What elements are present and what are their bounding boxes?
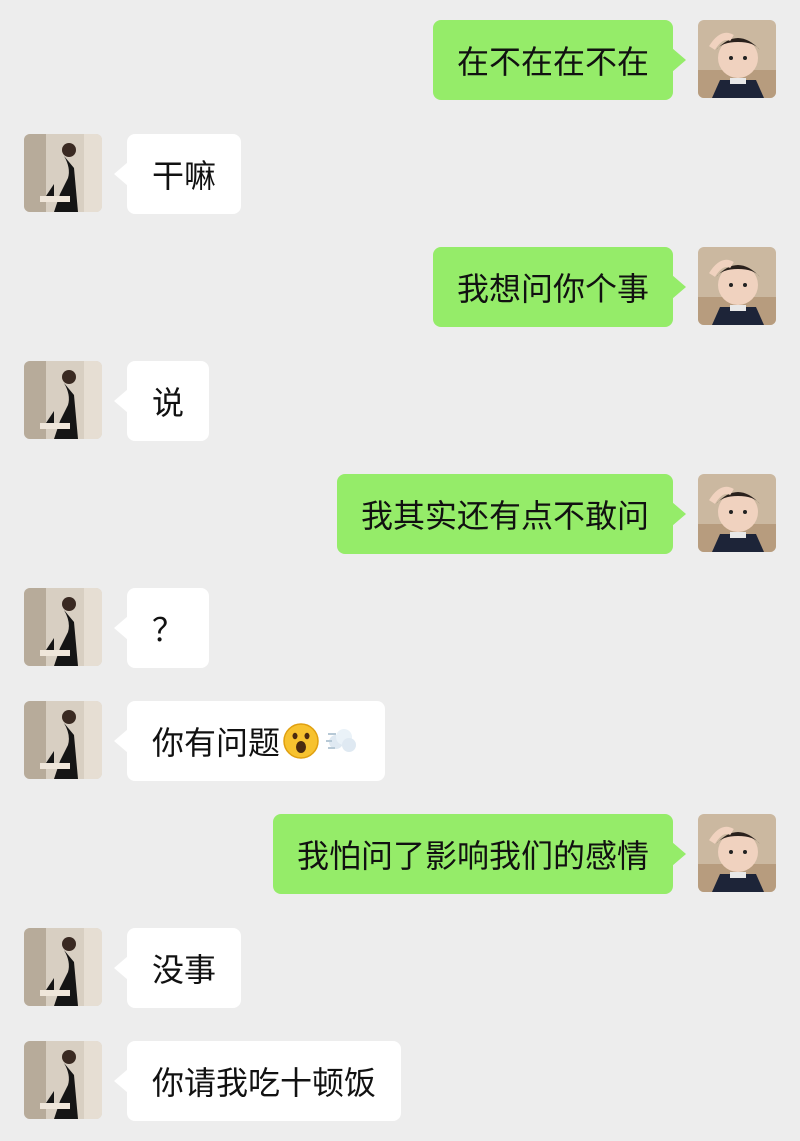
my-avatar[interactable] — [698, 814, 776, 892]
dash-away-icon — [322, 722, 360, 760]
message-bubble[interactable]: 我其实还有点不敢问 — [336, 474, 687, 554]
message-row: 我怕问了影响我们的感情 — [0, 814, 800, 894]
message-row: 我其实还有点不敢问 — [0, 474, 800, 554]
my-avatar[interactable] — [698, 247, 776, 325]
message-bubble[interactable]: 你有问题 — [113, 701, 386, 781]
message-bubble[interactable]: 没事 — [113, 928, 242, 1008]
contact-avatar[interactable] — [24, 588, 102, 666]
message-bubble[interactable]: 我怕问了影响我们的感情 — [272, 814, 687, 894]
message-row: 我想问你个事 — [0, 247, 800, 327]
contact-avatar[interactable] — [24, 701, 102, 779]
message-row: 你请我吃十顿饭 — [0, 1041, 800, 1121]
message-bubble[interactable]: 说 — [113, 361, 210, 441]
message-row: 没事 — [0, 928, 800, 1008]
message-row: ？ — [0, 588, 800, 668]
message-bubble[interactable]: 我想问你个事 — [432, 247, 687, 327]
my-avatar[interactable] — [698, 20, 776, 98]
astonished-face-icon — [282, 722, 320, 760]
message-bubble[interactable]: 你请我吃十顿饭 — [113, 1041, 402, 1121]
message-row: 说 — [0, 361, 800, 441]
contact-avatar[interactable] — [24, 361, 102, 439]
message-bubble[interactable]: 在不在在不在 — [432, 20, 687, 100]
my-avatar[interactable] — [698, 474, 776, 552]
message-row: 干嘛 — [0, 134, 800, 214]
contact-avatar[interactable] — [24, 134, 102, 212]
message-bubble[interactable]: 干嘛 — [113, 134, 242, 214]
message-row: 在不在在不在 — [0, 20, 800, 100]
message-text: 你有问题 — [152, 724, 281, 762]
message-bubble[interactable]: ？ — [113, 588, 210, 668]
contact-avatar[interactable] — [24, 928, 102, 1006]
contact-avatar[interactable] — [24, 1041, 102, 1119]
message-row: 你有问题 — [0, 701, 800, 781]
